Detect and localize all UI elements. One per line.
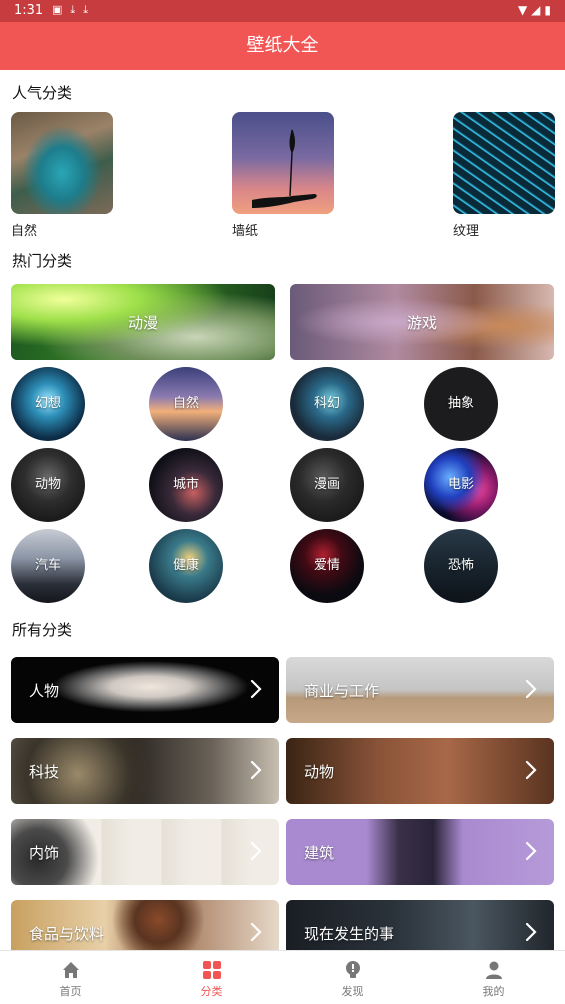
chevron-right-icon [525,922,537,942]
nav-label: 发现 [341,985,364,998]
status-time: 1:31 [14,3,44,18]
notification-icons: ▣⤓⤓ [52,3,97,16]
circle-label: 汽车 [34,558,61,573]
circle-health[interactable]: 健康 [149,529,223,603]
popular-label: 自然 [11,224,38,239]
chevron-right-icon [525,760,537,780]
chevron-right-icon [250,760,262,780]
popular-item-nature[interactable]: 自然 [11,112,113,239]
nav-item-home[interactable]: 首页 [0,951,141,1004]
popular-label: 纹理 [453,224,480,239]
popular-thumb-nature [11,112,113,214]
system-icons: ▼◢▮ [517,3,555,17]
circle-label: 漫画 [313,477,340,492]
circle-comic[interactable]: 漫画 [290,448,364,522]
section-title-hot: 热门分类 [12,252,73,270]
circle-animal[interactable]: 动物 [11,448,85,522]
category-label: 食品与饮料 [29,925,105,943]
chevron-right-icon [250,679,262,699]
popular-thumb-wallpaper [232,112,334,214]
category-label: 动物 [304,763,335,781]
category-card-people[interactable]: 人物 [11,657,279,723]
grid-icon [202,961,221,979]
hand-silhouette-icon [252,129,317,208]
category-card-technology[interactable]: 科技 [11,738,279,804]
app-bar: 壁纸大全 [0,22,565,70]
circle-label: 健康 [172,558,199,573]
chevron-right-icon [525,679,537,699]
circle-label: 爱情 [313,558,340,573]
popular-item-texture[interactable]: 纹理 [453,112,555,239]
circle-label: 城市 [172,477,199,492]
nav-item-category[interactable]: 分类 [141,951,282,1004]
home-icon [62,962,79,978]
circle-label: 电影 [447,477,474,492]
circle-label: 抽象 [447,396,474,411]
section-title-popular: 人气分类 [12,84,73,102]
bulb-icon [345,961,360,978]
circle-scifi[interactable]: 科幻 [290,367,364,441]
banner-label: 动漫 [127,314,158,332]
chevron-right-icon [250,841,262,861]
nav-label: 首页 [59,985,82,998]
popular-item-wallpaper[interactable]: 墙纸 [232,112,334,239]
section-title-all: 所有分类 [12,621,73,639]
nav-item-discover[interactable]: 发现 [282,951,423,1004]
circle-label: 动物 [34,477,61,492]
page-title: 壁纸大全 [246,35,319,56]
circle-car[interactable]: 汽车 [11,529,85,603]
category-label: 商业与工作 [304,682,380,700]
circle-label: 幻想 [34,396,61,411]
circle-nature[interactable]: 自然 [149,367,223,441]
circle-city[interactable]: 城市 [149,448,223,522]
category-label: 建筑 [304,844,335,862]
category-label: 人物 [29,682,60,700]
circle-fantasy[interactable]: 幻想 [11,367,85,441]
category-label: 内饰 [29,844,60,862]
circle-label: 自然 [172,396,199,411]
banner-anime[interactable]: 动漫 [11,284,275,360]
category-label: 科技 [29,763,60,781]
nav-label: 我的 [482,985,505,998]
category-label: 现在发生的事 [304,925,395,943]
category-card-animal[interactable]: 动物 [286,738,554,804]
category-card-business[interactable]: 商业与工作 [286,657,554,723]
banner-label: 游戏 [406,314,437,332]
category-card-interior[interactable]: 内饰 [11,819,279,885]
circle-horror[interactable]: 恐怖 [424,529,498,603]
banner-game[interactable]: 游戏 [290,284,554,360]
person-icon [485,961,502,979]
circle-label: 科幻 [313,396,340,411]
category-card-architecture[interactable]: 建筑 [286,819,554,885]
status-bar: 1:31 ▣⤓⤓ ▼◢▮ [0,0,565,22]
chevron-right-icon [250,922,262,942]
circle-abstract[interactable]: 抽象 [424,367,498,441]
bottom-navigation: 首页 分类 发现 我的 [0,950,565,1004]
chevron-right-icon [525,841,537,861]
nav-label: 分类 [200,985,223,998]
circle-love[interactable]: 爱情 [290,529,364,603]
nav-item-profile[interactable]: 我的 [423,951,564,1004]
circle-movie[interactable]: 电影 [424,448,498,522]
popular-thumb-texture [453,112,555,214]
circle-label: 恐怖 [447,558,474,573]
popular-label: 墙纸 [232,224,259,239]
